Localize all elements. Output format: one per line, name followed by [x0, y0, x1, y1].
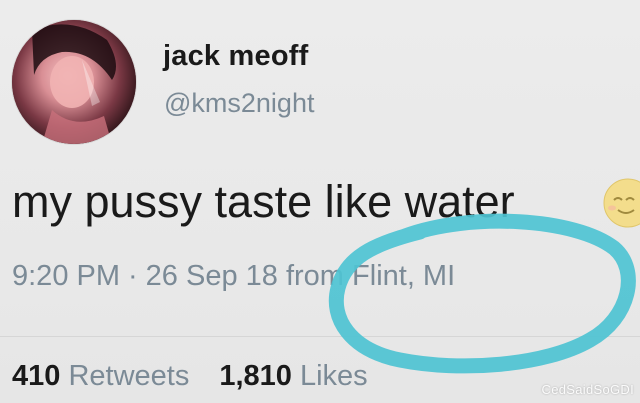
tweet-time[interactable]: 9:20 PM — [12, 260, 120, 292]
avatar-photo-icon — [12, 20, 136, 144]
tweet-text: my pussy taste like water — [12, 176, 515, 227]
retweets-stat[interactable]: 410 Retweets — [12, 360, 189, 392]
tweet-card: jack meoff @kms2night my pussy taste lik… — [0, 0, 640, 403]
user-handle[interactable]: @kms2night — [164, 88, 314, 119]
likes-count: 1,810 — [219, 360, 292, 392]
tweet-date[interactable]: 26 Sep 18 — [146, 260, 278, 292]
retweets-count: 410 — [12, 360, 61, 392]
watermark: CedSaidSoGDI — [541, 382, 634, 397]
meta-separator: · — [128, 260, 138, 292]
retweets-label: Retweets — [68, 360, 190, 392]
likes-label: Likes — [299, 360, 368, 392]
location-prefix: from — [285, 260, 344, 292]
tweet-meta: 9:20 PM · 26 Sep 18 from Flint, MI — [12, 260, 455, 293]
avatar[interactable] — [12, 20, 136, 144]
tweet-location[interactable]: Flint, MI — [352, 260, 455, 292]
display-name[interactable]: jack meoff — [163, 40, 308, 73]
divider — [0, 336, 640, 337]
smiling-emoji-icon — [600, 176, 640, 230]
likes-stat[interactable]: 1,810 Likes — [219, 360, 367, 392]
tweet-stats: 410 Retweets 1,810 Likes — [12, 360, 368, 393]
